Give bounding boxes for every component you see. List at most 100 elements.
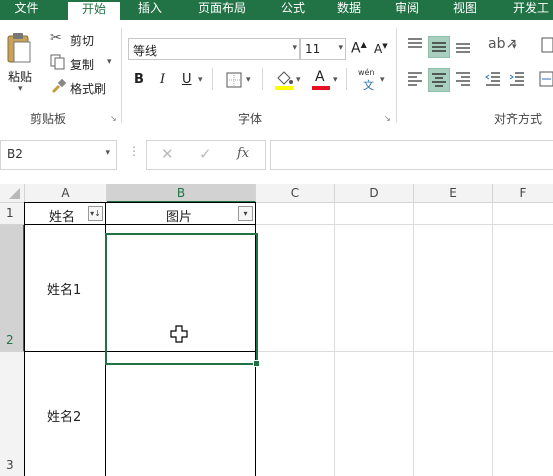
align-left-icon bbox=[408, 72, 422, 86]
phonetic-char: 文 bbox=[363, 79, 374, 92]
name-box-value: B2 bbox=[7, 147, 23, 161]
align-right-icon bbox=[456, 72, 470, 86]
tab-data[interactable]: 数据 bbox=[332, 0, 366, 20]
row-number: 1 bbox=[6, 206, 14, 220]
row-header-1[interactable]: 1 bbox=[0, 203, 25, 225]
tab-review[interactable]: 审阅 bbox=[390, 0, 424, 20]
font-color-button[interactable]: A bbox=[312, 69, 330, 91]
select-all-button[interactable] bbox=[0, 184, 25, 203]
wrap-text-button[interactable] bbox=[540, 36, 553, 54]
font-name-value: 等线 bbox=[133, 44, 158, 58]
formula-input[interactable] bbox=[270, 140, 553, 170]
group-separator bbox=[396, 28, 397, 123]
cut-label: 剪切 bbox=[70, 34, 95, 48]
chevron-down-icon: ▾ bbox=[105, 148, 110, 158]
align-right-button[interactable] bbox=[454, 70, 472, 88]
fill-color-button[interactable] bbox=[274, 69, 294, 94]
scissors-icon: ✂ bbox=[50, 30, 62, 46]
cell-a1[interactable]: 姓名 ▾↓ bbox=[25, 203, 105, 225]
increase-indent-button[interactable] bbox=[508, 70, 526, 88]
borders-button[interactable] bbox=[226, 72, 242, 91]
column-header-e[interactable]: E bbox=[414, 184, 493, 203]
bold-button[interactable]: B bbox=[134, 72, 144, 87]
dialog-launcher-icon[interactable]: ↘ bbox=[110, 114, 117, 123]
decrease-indent-button[interactable] bbox=[484, 70, 502, 88]
top-align-button[interactable] bbox=[406, 36, 424, 54]
divider bbox=[212, 68, 213, 90]
copy-label: 复制 bbox=[70, 58, 95, 72]
tab-developer[interactable]: 开发工 bbox=[506, 0, 553, 20]
format-painter-button[interactable]: 格式刷 bbox=[50, 78, 114, 96]
underline-dropdown-icon[interactable]: ▾ bbox=[198, 75, 203, 85]
copy-icon bbox=[50, 54, 65, 70]
merge-center-button[interactable] bbox=[538, 70, 553, 88]
paste-button[interactable] bbox=[6, 32, 32, 64]
decrease-indent-icon bbox=[485, 72, 500, 86]
cell-a3-text: 姓名2 bbox=[47, 410, 82, 425]
phonetic-guide-button[interactable]: wén 文 bbox=[358, 68, 380, 92]
font-color-swatch bbox=[312, 86, 330, 90]
divider bbox=[262, 68, 263, 90]
paint-bucket-icon bbox=[275, 71, 293, 90]
format-painter-label: 格式刷 bbox=[70, 82, 107, 96]
tab-home[interactable]: 开始 bbox=[68, 2, 120, 20]
more-options-icon: ⋮ bbox=[128, 144, 140, 158]
copy-button[interactable]: 复制 ▾ bbox=[50, 54, 120, 72]
filter-dropdown-button[interactable]: ▾ bbox=[238, 206, 253, 221]
column-header-a[interactable]: A bbox=[25, 184, 107, 203]
cell-a1-text: 姓名 bbox=[49, 210, 76, 225]
row-header-2[interactable]: 2 bbox=[0, 225, 25, 352]
phonetic-dropdown-icon[interactable]: ▾ bbox=[380, 75, 385, 85]
paste-label[interactable]: 粘贴 bbox=[8, 68, 32, 85]
paintbrush-icon bbox=[52, 78, 66, 93]
name-box[interactable]: B2 ▾ bbox=[0, 140, 117, 170]
font-group-label: 字体 bbox=[238, 112, 263, 126]
align-center-button[interactable] bbox=[428, 68, 450, 92]
underline-button[interactable]: U bbox=[182, 72, 192, 87]
insert-function-icon[interactable]: fx bbox=[237, 146, 249, 161]
font-name-select[interactable]: 等线 ▾ bbox=[128, 38, 300, 60]
fill-handle[interactable] bbox=[253, 360, 260, 367]
cancel-icon[interactable]: ✕ bbox=[161, 145, 174, 163]
align-left-button[interactable] bbox=[406, 70, 424, 88]
tab-view[interactable]: 视图 bbox=[448, 0, 482, 20]
bottom-align-button[interactable] bbox=[454, 36, 472, 54]
cut-button[interactable]: ✂ 剪切 bbox=[50, 30, 110, 48]
cell-a2[interactable]: 姓名1 bbox=[25, 225, 105, 351]
cell-b1[interactable]: 图片 ▾ bbox=[106, 203, 255, 225]
column-header-c[interactable]: C bbox=[256, 184, 335, 203]
tab-formulas[interactable]: 公式 bbox=[276, 0, 310, 20]
group-separator bbox=[121, 28, 122, 123]
column-header-f[interactable]: F bbox=[493, 184, 553, 203]
orientation-button[interactable]: ab↗ bbox=[488, 36, 517, 54]
chevron-down-icon: ▾ bbox=[338, 43, 343, 53]
copy-dropdown-icon[interactable]: ▾ bbox=[107, 57, 112, 67]
middle-align-icon bbox=[432, 42, 446, 52]
cell-a3[interactable]: 姓名2 bbox=[25, 352, 105, 476]
shrink-font-button[interactable]: A▼ bbox=[374, 42, 388, 56]
dialog-launcher-icon[interactable]: ↘ bbox=[384, 114, 391, 123]
tab-insert[interactable]: 插入 bbox=[130, 0, 170, 20]
font-color-dropdown-icon[interactable]: ▾ bbox=[333, 75, 338, 85]
orientation-dropdown-icon[interactable]: ▾ bbox=[512, 42, 517, 52]
italic-button[interactable]: I bbox=[160, 72, 165, 87]
paste-dropdown-icon[interactable]: ▾ bbox=[18, 84, 23, 94]
column-header-b[interactable]: B bbox=[107, 184, 256, 203]
enter-check-icon[interactable]: ✓ bbox=[199, 145, 212, 163]
align-center-icon bbox=[432, 73, 446, 87]
tab-file[interactable]: 文件 bbox=[0, 0, 53, 20]
filter-dropdown-button[interactable]: ▾↓ bbox=[88, 206, 103, 221]
middle-align-button[interactable] bbox=[428, 36, 450, 58]
select-all-triangle-icon bbox=[9, 188, 20, 199]
fill-color-dropdown-icon[interactable]: ▾ bbox=[296, 75, 301, 85]
row-header-3[interactable]: 3 bbox=[0, 352, 25, 476]
divider bbox=[346, 68, 347, 90]
borders-dropdown-icon[interactable]: ▾ bbox=[246, 75, 251, 85]
row-number: 3 bbox=[6, 458, 14, 472]
grow-font-button[interactable]: A▲ bbox=[351, 40, 367, 57]
gridline bbox=[334, 202, 335, 476]
tab-page-layout[interactable]: 页面布局 bbox=[184, 0, 260, 20]
font-size-select[interactable]: 11 ▾ bbox=[300, 38, 346, 60]
column-header-d[interactable]: D bbox=[335, 184, 414, 203]
cell-cursor-icon bbox=[170, 325, 188, 346]
